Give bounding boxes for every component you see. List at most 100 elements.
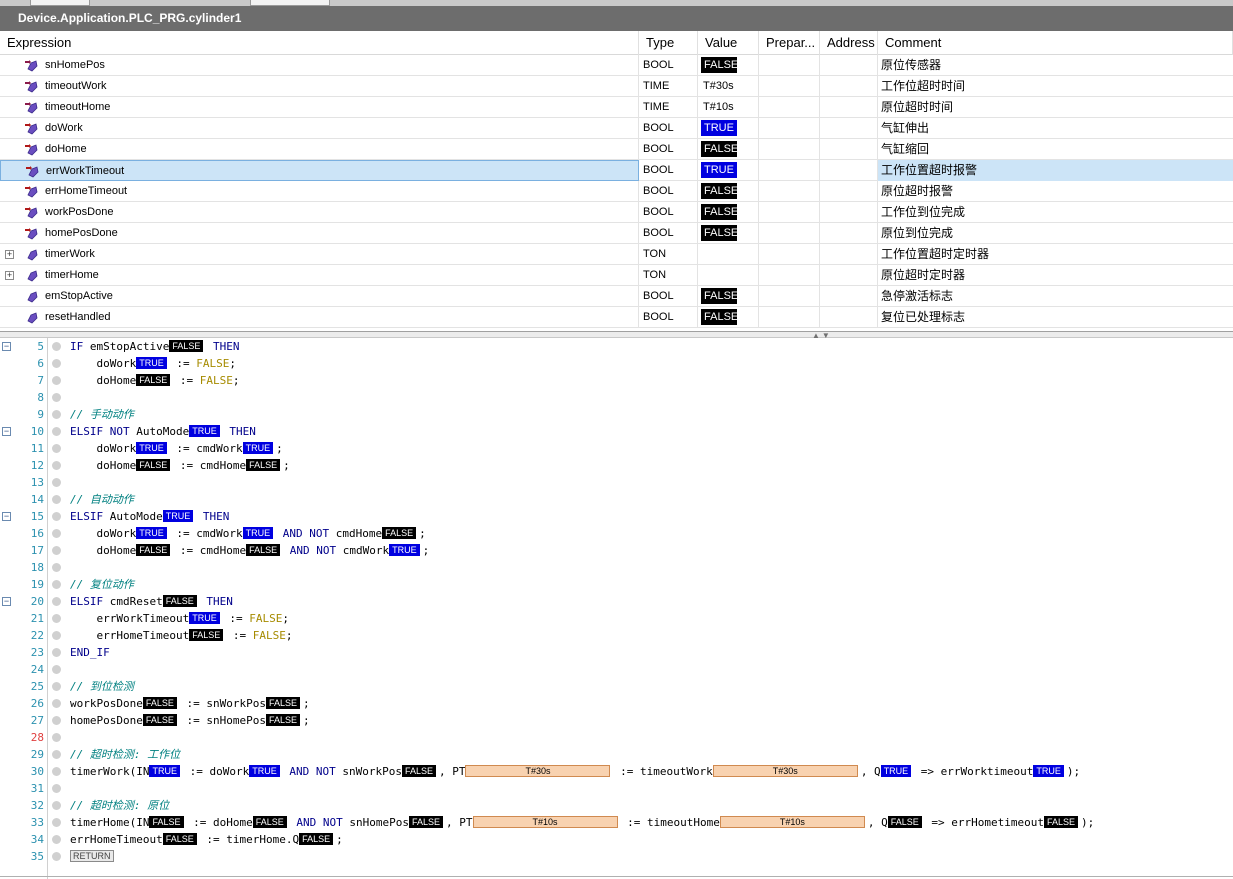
code-text[interactable]: // 手动动作: [70, 406, 134, 423]
breakpoint-marker-icon[interactable]: [52, 750, 61, 759]
breakpoint-marker-icon[interactable]: [52, 359, 61, 368]
inline-value-badge[interactable]: TRUE: [162, 510, 194, 522]
code-line[interactable]: 7 doHome FALSE := FALSE;: [0, 372, 1233, 389]
breakpoint-marker-icon[interactable]: [52, 699, 61, 708]
code-line[interactable]: 27 homePosDone FALSE := snHomePos FALSE;: [0, 712, 1233, 729]
inline-value-badge[interactable]: FALSE: [265, 714, 300, 726]
code-line[interactable]: 30 timerWork(IN TRUE := doWork TRUE AND NOT…: [0, 763, 1233, 780]
column-header-prepared-value[interactable]: Prepar...: [759, 31, 820, 55]
inline-value-badge[interactable]: TRUE: [136, 442, 167, 454]
value-cell[interactable]: FALSE: [698, 55, 759, 76]
code-line[interactable]: 34 errHomeTimeout FALSE := timerHome.Q FALS…: [0, 831, 1233, 848]
prepared-value-cell[interactable]: [759, 139, 820, 160]
prepared-value-cell[interactable]: [759, 202, 820, 223]
code-text[interactable]: // 超时检测: 工作位: [70, 746, 180, 763]
code-line[interactable]: 6 doWork TRUE := FALSE;: [0, 355, 1233, 372]
inline-value-badge[interactable]: TRUE: [1033, 765, 1064, 777]
fold-collapse-icon[interactable]: −: [2, 427, 11, 436]
prepared-value-cell[interactable]: [759, 265, 820, 286]
inline-value-badge[interactable]: TRUE: [136, 357, 167, 369]
inline-value-badge[interactable]: FALSE: [136, 374, 171, 386]
inline-value-badge[interactable]: TRUE: [242, 527, 274, 539]
code-text[interactable]: doWork TRUE := cmdWork TRUE;: [70, 440, 283, 457]
code-line[interactable]: 23 END_IF: [0, 644, 1233, 661]
inline-value-badge[interactable]: FALSE: [1043, 816, 1078, 828]
value-cell[interactable]: TRUE: [698, 160, 759, 181]
breakpoint-marker-icon[interactable]: [52, 580, 61, 589]
inline-time-value[interactable]: T#10s: [472, 816, 618, 828]
code-editor[interactable]: −5 IF emStopActive FALSE THEN 6 doWork TRUE …: [0, 338, 1233, 879]
prepared-value-cell[interactable]: [759, 307, 820, 328]
value-badge[interactable]: TRUE: [701, 120, 737, 136]
expression-cell[interactable]: timeoutHome: [0, 97, 639, 118]
code-text[interactable]: homePosDone FALSE := snHomePos FALSE;: [70, 712, 310, 729]
expression-cell[interactable]: + timerWork: [0, 244, 639, 265]
code-text[interactable]: doWork TRUE := cmdWork TRUE AND NOT cmdHom…: [70, 525, 426, 542]
value-badge[interactable]: FALSE: [701, 204, 738, 220]
code-line[interactable]: 35 RETURN: [0, 848, 1233, 865]
code-text[interactable]: RETURN: [70, 848, 114, 865]
code-line[interactable]: − 10 ELSIF NOT AutoMode TRUE THEN: [0, 423, 1233, 440]
watch-row[interactable]: doWork BOOL TRUE 气缸伸出: [0, 118, 1233, 139]
watch-row[interactable]: doHome BOOL FALSE 气缸缩回: [0, 139, 1233, 160]
value-badge[interactable]: FALSE: [701, 141, 738, 157]
expression-cell[interactable]: doWork: [0, 118, 639, 139]
breakpoint-marker-icon[interactable]: [52, 631, 61, 640]
code-line[interactable]: − 15 ELSIF AutoMode TRUE THEN: [0, 508, 1233, 525]
breakpoint-marker-icon[interactable]: [52, 444, 61, 453]
column-header-type[interactable]: Type: [639, 31, 698, 55]
code-line[interactable]: − 20 ELSIF cmdReset FALSE THEN: [0, 593, 1233, 610]
code-text[interactable]: ELSIF AutoMode TRUE THEN: [70, 508, 229, 525]
inline-value-badge[interactable]: TRUE: [189, 425, 220, 437]
watch-row[interactable]: timeoutHome TIME T#10s 原位超时时间: [0, 97, 1233, 118]
column-header-expression[interactable]: Expression: [0, 31, 639, 55]
inline-value-badge[interactable]: FALSE: [401, 765, 436, 777]
code-text[interactable]: doWork TRUE := FALSE;: [70, 355, 236, 372]
code-text[interactable]: errHomeTimeout FALSE := FALSE;: [70, 627, 292, 644]
expression-cell[interactable]: doHome: [0, 139, 639, 160]
code-line[interactable]: 19 // 复位动作: [0, 576, 1233, 593]
code-text[interactable]: errWorkTimeout TRUE := FALSE;: [70, 610, 289, 627]
breakpoint-marker-icon[interactable]: [52, 427, 61, 436]
breakpoint-marker-icon[interactable]: [52, 478, 61, 487]
panel-splitter[interactable]: ▲▼: [0, 331, 1233, 340]
code-text[interactable]: timerWork(IN TRUE := doWork TRUE AND NOT s…: [70, 763, 1080, 780]
inline-value-badge[interactable]: FALSE: [408, 816, 443, 828]
inline-value-badge[interactable]: TRUE: [389, 544, 420, 556]
inline-value-badge[interactable]: FALSE: [136, 459, 171, 471]
watch-row[interactable]: errHomeTimeout BOOL FALSE 原位超时报警: [0, 181, 1233, 202]
inline-value-badge[interactable]: FALSE: [162, 833, 197, 845]
value-cell[interactable]: FALSE: [698, 202, 759, 223]
expand-icon[interactable]: +: [5, 271, 14, 280]
expression-cell[interactable]: errWorkTimeout: [0, 160, 639, 181]
expression-cell[interactable]: emStopActive: [0, 286, 639, 307]
watch-row[interactable]: errWorkTimeout BOOL TRUE 工作位置超时报警: [0, 160, 1233, 181]
code-text[interactable]: ELSIF NOT AutoMode TRUE THEN: [70, 423, 256, 440]
code-line[interactable]: 14 // 自动动作: [0, 491, 1233, 508]
code-line[interactable]: 25 // 到位检测: [0, 678, 1233, 695]
code-text[interactable]: // 到位检测: [70, 678, 134, 695]
code-line[interactable]: 12 doHome FALSE := cmdHome FALSE;: [0, 457, 1233, 474]
value-badge[interactable]: FALSE: [701, 183, 738, 199]
column-header-value[interactable]: Value: [698, 31, 759, 55]
code-line[interactable]: 22 errHomeTimeout FALSE := FALSE;: [0, 627, 1233, 644]
fold-collapse-icon[interactable]: −: [2, 342, 11, 351]
code-line[interactable]: 13: [0, 474, 1233, 491]
column-header-comment[interactable]: Comment: [878, 31, 1233, 55]
watch-row[interactable]: + timerHome TON 原位超时定时器: [0, 265, 1233, 286]
code-line[interactable]: 32 // 超时检测: 原位: [0, 797, 1233, 814]
code-line[interactable]: 17 doHome FALSE := cmdHome FALSE AND NOT c…: [0, 542, 1233, 559]
watch-row[interactable]: workPosDone BOOL FALSE 工作位到位完成: [0, 202, 1233, 223]
inline-value-badge[interactable]: FALSE: [149, 816, 184, 828]
breakpoint-marker-icon[interactable]: [52, 563, 61, 572]
inline-value-badge[interactable]: FALSE: [887, 816, 922, 828]
value-badge[interactable]: FALSE: [701, 57, 738, 73]
breakpoint-marker-icon[interactable]: [52, 733, 61, 742]
code-text[interactable]: END_IF: [70, 644, 110, 661]
value-badge[interactable]: TRUE: [701, 162, 737, 178]
code-text[interactable]: doHome FALSE := cmdHome FALSE;: [70, 457, 290, 474]
value-cell[interactable]: TRUE: [698, 118, 759, 139]
code-line[interactable]: 8: [0, 389, 1233, 406]
inline-value-badge[interactable]: TRUE: [149, 765, 180, 777]
inline-value-badge[interactable]: FALSE: [382, 527, 417, 539]
